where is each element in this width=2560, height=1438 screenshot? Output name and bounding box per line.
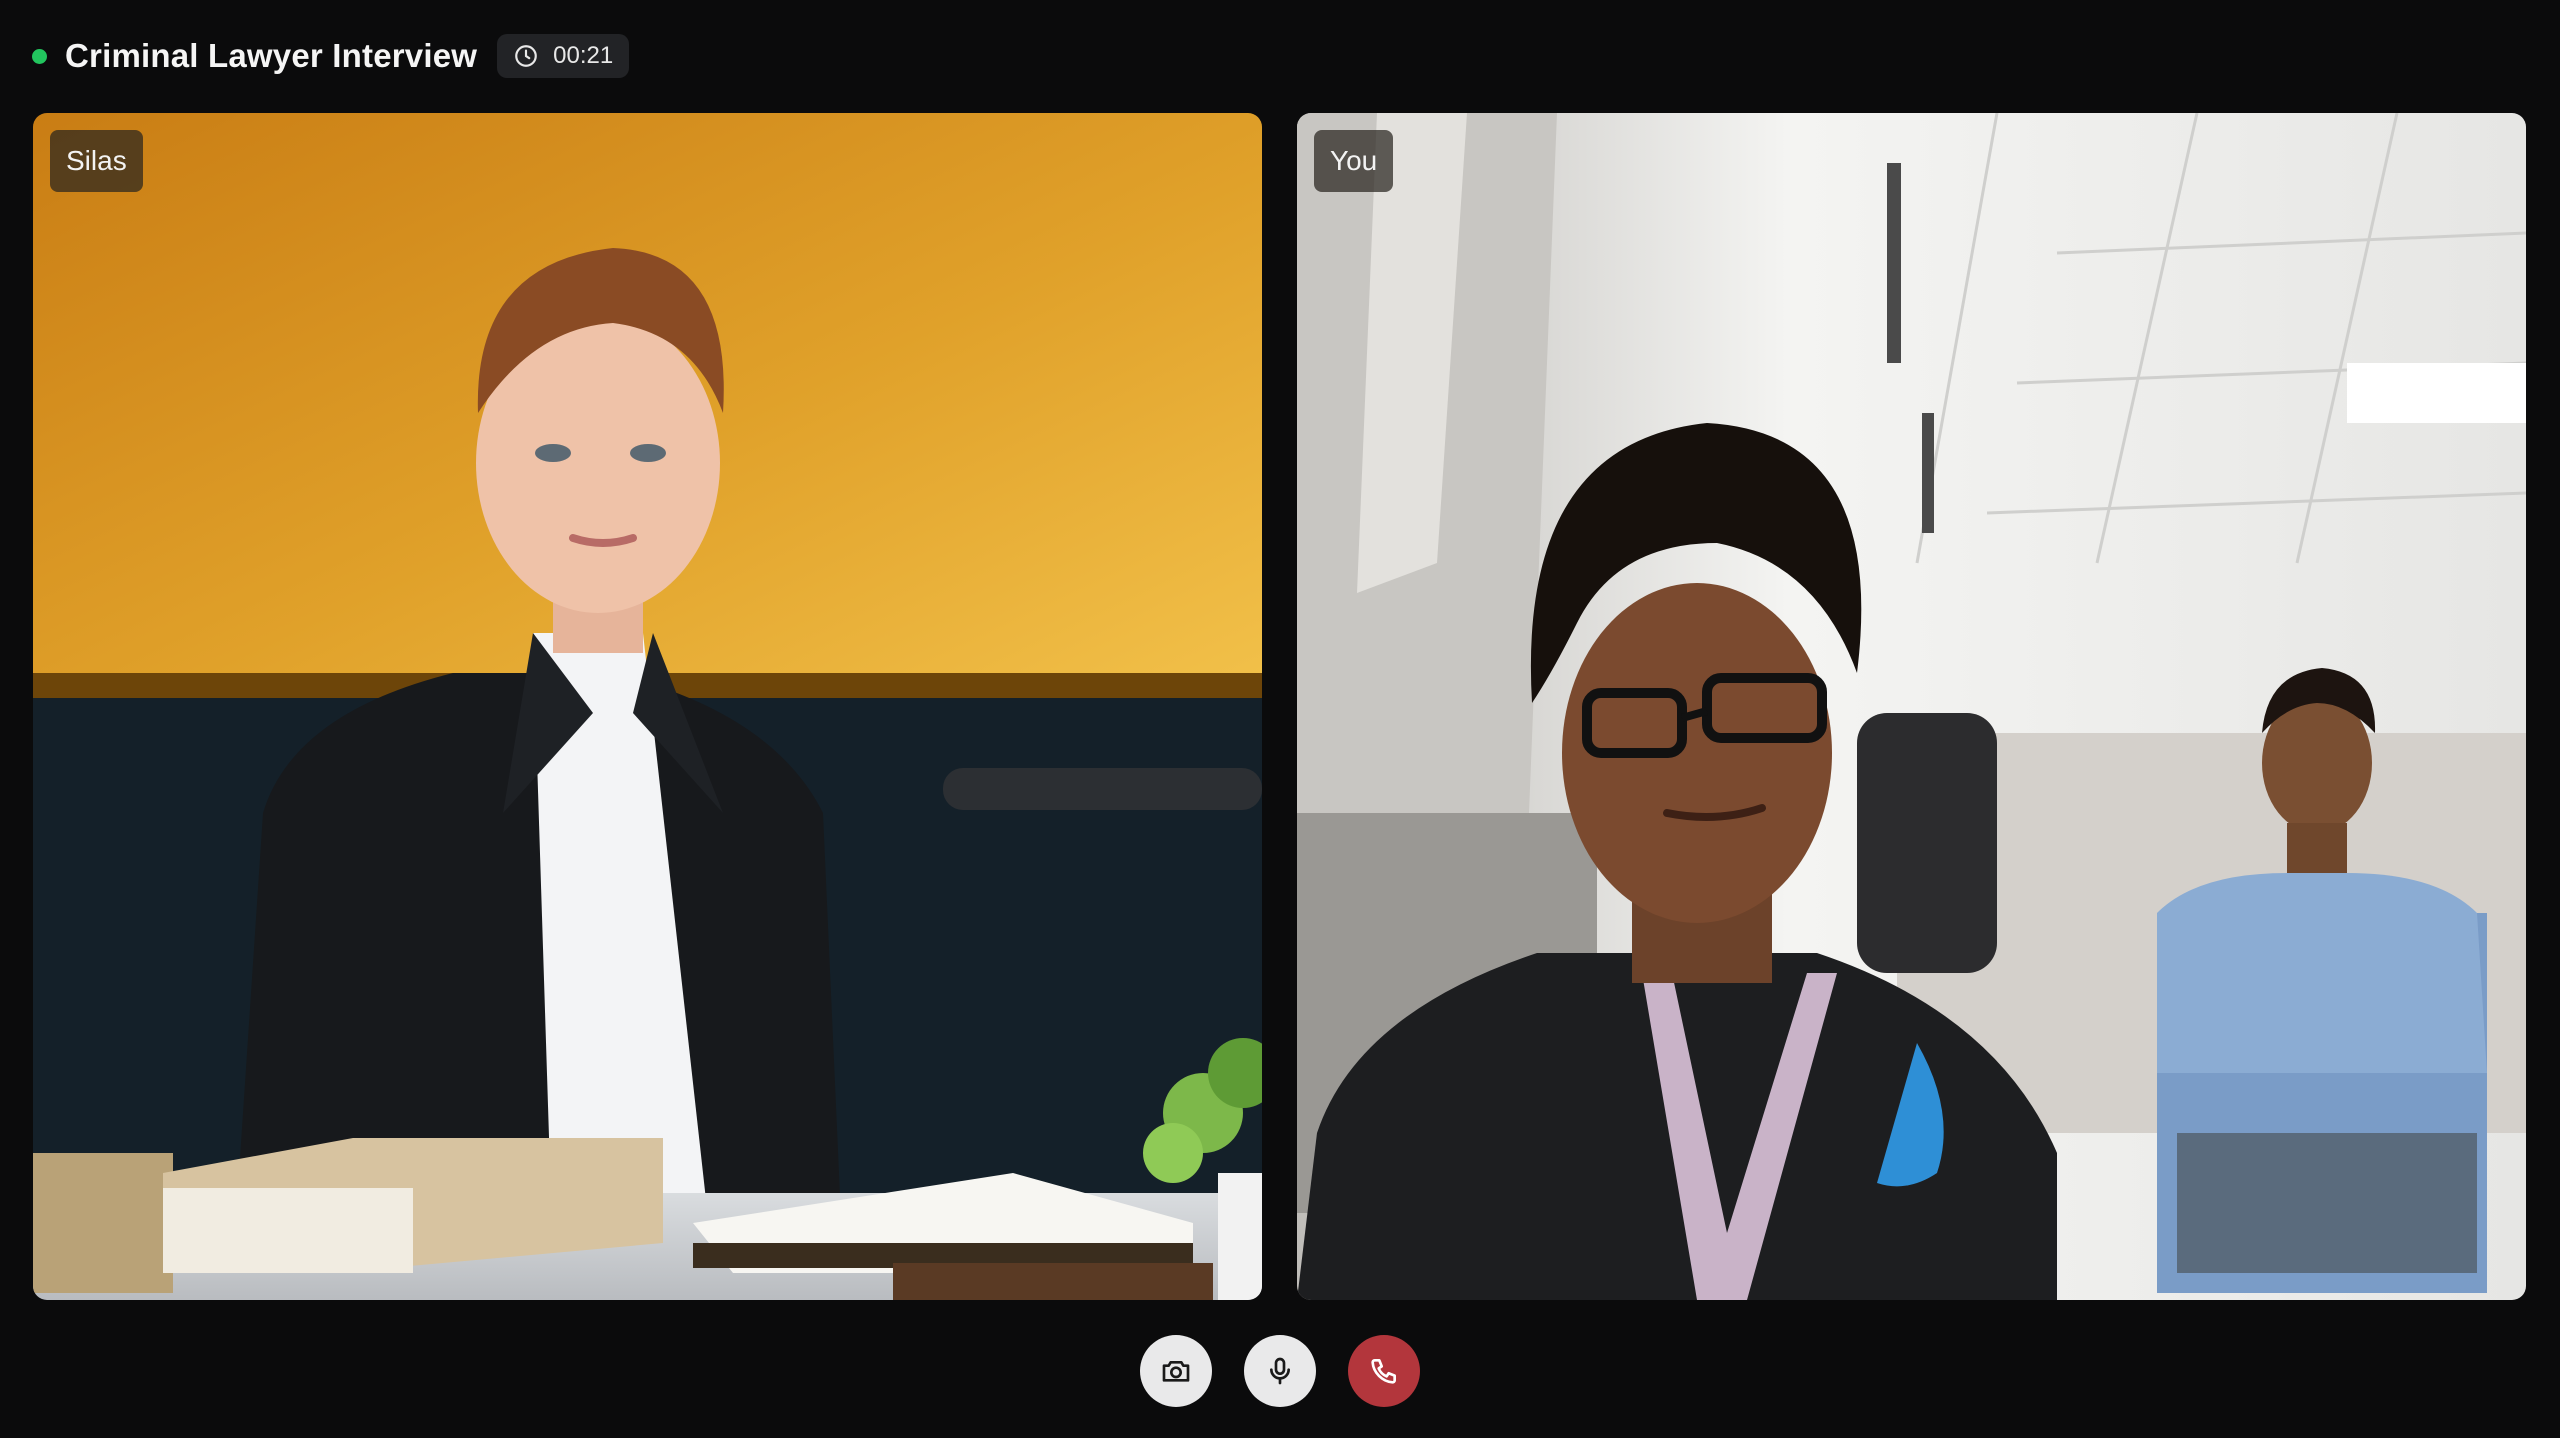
video-tile-silas[interactable]: Silas [33,113,1262,1300]
end-call-button[interactable] [1348,1335,1420,1407]
call-header: Criminal Lawyer Interview 00:21 [32,30,630,82]
video-feed-self [1297,113,2526,1300]
call-controls [0,1335,2560,1407]
elapsed-time: 00:21 [553,42,614,69]
call-title: Criminal Lawyer Interview [65,37,478,74]
participant-name-tag: You [1314,130,1394,192]
live-status-dot [32,48,47,64]
phone-icon [1368,1355,1400,1387]
microphone-icon [1264,1355,1296,1387]
call-timer: 00:21 [497,34,630,78]
camera-icon [1160,1355,1192,1387]
participant-name-tag: Silas [50,130,143,192]
video-feed-silas [33,113,1262,1300]
microphone-toggle-button[interactable] [1244,1335,1316,1407]
clock-icon [513,43,539,69]
camera-toggle-button[interactable] [1140,1335,1212,1407]
video-tile-self[interactable]: You [1297,113,2526,1300]
